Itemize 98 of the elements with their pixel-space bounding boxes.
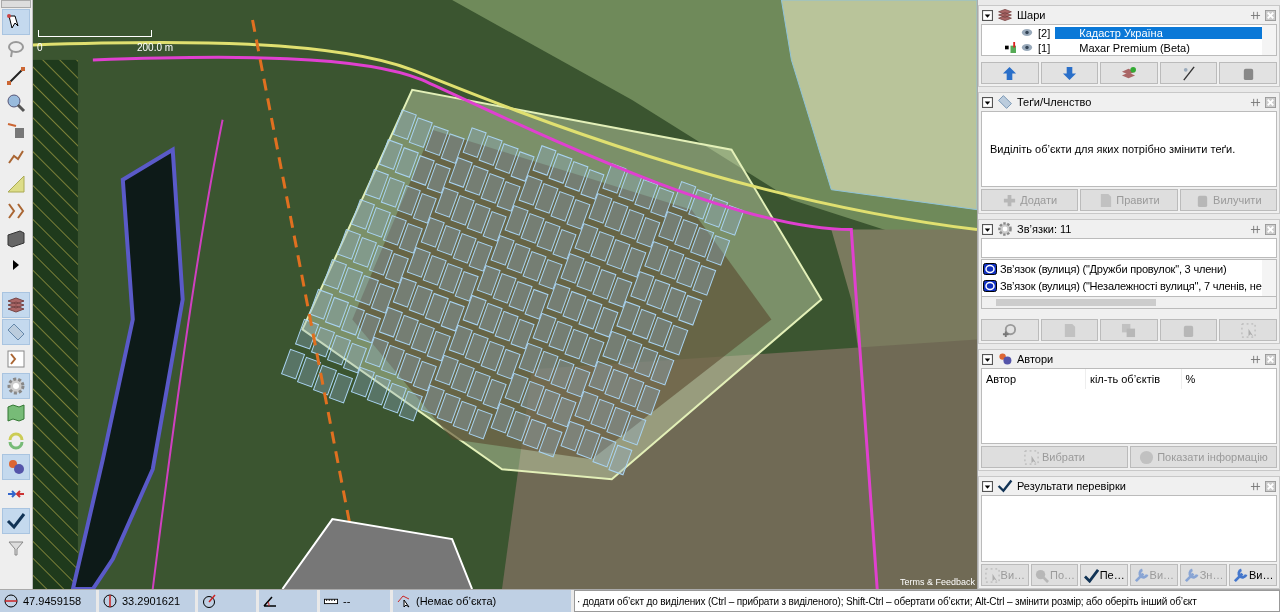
scrollbar[interactable]	[1262, 260, 1276, 296]
eye-icon[interactable]	[1021, 43, 1033, 52]
layer-name[interactable]: Maxar Premium (Beta)	[1055, 41, 1262, 54]
horizontal-scrollbar[interactable]	[981, 297, 1277, 309]
filter-icon	[6, 538, 26, 558]
filter-field[interactable]	[981, 238, 1277, 258]
layer-index: [2]	[1038, 26, 1051, 39]
longitude-icon	[103, 594, 117, 608]
relation-item[interactable]: Зв’язок (вулиця) ("Дружби провулок", 3 члени)	[982, 260, 1262, 277]
tag-icon	[6, 322, 26, 342]
wrench-icon	[1232, 567, 1248, 583]
panel-title: Зв’язки: 11	[1017, 223, 1072, 235]
checkmark-icon	[6, 511, 26, 531]
collapse-icon[interactable]	[982, 480, 993, 492]
copy-icon	[1121, 322, 1137, 338]
close-icon[interactable]	[1265, 96, 1276, 108]
checkmark-icon	[997, 478, 1013, 494]
column-header[interactable]: %	[1181, 369, 1276, 389]
map-icon	[6, 403, 26, 423]
zoom-icon	[6, 93, 26, 113]
panel-title: Результати перевірки	[1017, 480, 1126, 492]
collapse-icon[interactable]	[982, 96, 993, 108]
collapse-icon[interactable]	[982, 353, 993, 365]
delete-layer-button[interactable]	[1219, 62, 1277, 84]
eye-icon[interactable]	[1021, 28, 1033, 37]
relation-action-button[interactable]	[981, 319, 1039, 341]
close-icon[interactable]	[1265, 353, 1276, 365]
distance-field: --	[320, 590, 390, 612]
undock-icon[interactable]	[1250, 223, 1261, 235]
attribution-link[interactable]: Terms & Feedback	[899, 577, 975, 587]
arrow-down-icon	[1061, 65, 1077, 81]
latitude-field: 47.9459158	[0, 590, 96, 612]
close-icon[interactable]	[1265, 9, 1276, 21]
panel-toggle-button[interactable]	[2, 454, 30, 480]
tool-button[interactable]	[2, 9, 30, 35]
select-cursor-icon	[1240, 322, 1256, 338]
close-icon[interactable]	[1265, 480, 1276, 492]
panel-toggle-button[interactable]	[2, 319, 30, 345]
panel-title: Автори	[1017, 353, 1054, 365]
triangle-ruler-icon	[6, 174, 26, 194]
gear-plus-icon	[1002, 322, 1018, 338]
toggle-visibility-button[interactable]	[1159, 62, 1218, 84]
active-layer-icon	[1005, 42, 1016, 53]
object-field: (Немає об’єкта)	[393, 590, 571, 612]
plus-icon	[1002, 192, 1018, 208]
empty-selection-message: Виділіть об’єкти для яких потрібно змінити теґи.	[990, 143, 1236, 155]
info-circle-icon	[1139, 449, 1155, 465]
gear-icon	[6, 376, 26, 396]
checkmark-icon	[1083, 567, 1099, 583]
column-header[interactable]: Автор	[982, 369, 1086, 389]
layers-icon	[6, 295, 26, 315]
layer-name[interactable]: Кадастр Україна	[1055, 26, 1262, 39]
lasso-icon	[6, 39, 26, 59]
panel-toggle-button[interactable]	[2, 292, 30, 318]
panel-button[interactable]: Ви…	[1229, 564, 1278, 586]
undock-icon[interactable]	[1250, 480, 1261, 492]
panel-title: Теґи/Членство	[1017, 96, 1092, 108]
cursor-node-icon	[397, 594, 411, 608]
undock-icon[interactable]	[1250, 353, 1261, 365]
relation-label: Зв’язок (вулиця) ("Дружби провулок", 3 члени)	[1000, 262, 1227, 275]
latitude-icon	[4, 594, 18, 608]
selection-list-icon	[6, 349, 26, 369]
move-down-button[interactable]	[1040, 62, 1099, 84]
draw-line-icon	[6, 66, 26, 86]
building-icon	[6, 228, 26, 248]
wrench-icon	[1183, 567, 1199, 583]
select-cursor-icon	[1024, 449, 1039, 465]
collapse-icon[interactable]	[982, 223, 993, 235]
column-header[interactable]: кіл-ть об’єктів	[1086, 369, 1181, 389]
heading-icon	[202, 594, 216, 608]
close-icon[interactable]	[1265, 223, 1276, 235]
panel-toggle-button[interactable]	[2, 508, 30, 534]
scale-label: 0	[37, 42, 43, 53]
merge-layers-button[interactable]	[1100, 62, 1158, 84]
undock-icon[interactable]	[1250, 9, 1261, 21]
panel-title: Шари	[1017, 9, 1046, 21]
layers-check-icon	[1121, 65, 1137, 81]
arrow-up-icon	[1002, 65, 1018, 81]
wrench-icon	[1133, 567, 1149, 583]
relation-label: Зв’язок (вулиця) ("Незалежності вулиця", 7 членів, не	[1000, 279, 1262, 292]
scale-label: 200.0 m	[137, 42, 174, 53]
select-cursor-icon	[984, 567, 1000, 583]
layers-icon	[997, 7, 1013, 23]
collapse-icon[interactable]	[982, 9, 993, 21]
undock-icon[interactable]	[1250, 96, 1261, 108]
document-icon	[1098, 192, 1114, 208]
people-icon	[997, 351, 1013, 367]
people-icon	[6, 457, 26, 477]
panel-button[interactable]: Пе…	[1080, 564, 1128, 586]
panel-toggle-button[interactable]	[2, 373, 30, 399]
move-up-button[interactable]	[981, 62, 1039, 84]
help-text: · додати об’єкт до виділених (Ctrl – прибрати з виділеного); Shift-Ctrl – обертати об’єкти; Alt-Ctrl – змінити розмір; або оберіть інший об’єкт	[574, 590, 1280, 612]
scrollbar[interactable]	[1262, 25, 1276, 55]
longitude-field: 33.2901621	[99, 590, 195, 612]
relation-item[interactable]: Зв’язок (вулиця) ("Незалежності вулиця", 7 членів, не	[982, 277, 1262, 294]
magnifier-icon	[1034, 567, 1049, 583]
layer-index: [1]	[1038, 41, 1051, 54]
angle-icon	[263, 594, 277, 608]
